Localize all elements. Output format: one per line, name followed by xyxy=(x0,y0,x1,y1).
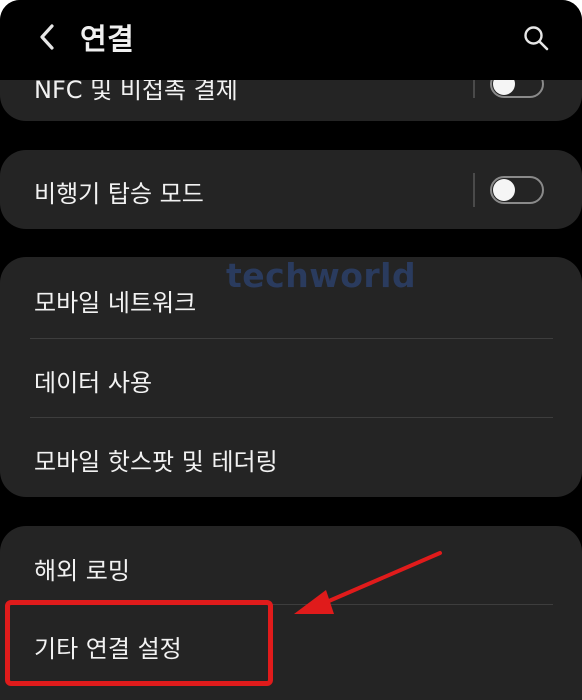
airplane-mode-label: 비행기 탑승 모드 xyxy=(34,180,204,208)
search-icon xyxy=(524,26,549,51)
mobile-network-label: 모바일 네트워크 xyxy=(34,289,197,317)
toggle-knob xyxy=(493,179,515,201)
back-button[interactable] xyxy=(30,20,64,54)
airplane-card: 비행기 탑승 모드 xyxy=(0,150,582,229)
roaming-row[interactable]: 해외 로밍 xyxy=(0,526,582,604)
page-title: 연결 xyxy=(80,22,135,56)
chevron-left-icon xyxy=(40,24,54,50)
data-usage-row[interactable]: 데이터 사용 xyxy=(0,339,582,417)
data-usage-label: 데이터 사용 xyxy=(34,369,153,397)
airplane-divider xyxy=(473,173,475,207)
settings-screen: NFC 및 비접촉 결제 비행기 탑승 모드 모바일 네트워크 데이터 사용 모… xyxy=(0,0,582,700)
hotspot-row[interactable]: 모바일 핫스팟 및 테더링 xyxy=(0,418,582,497)
search-button[interactable] xyxy=(518,20,554,56)
hotspot-label: 모바일 핫스팟 및 테더링 xyxy=(34,448,278,476)
watermark: techworld xyxy=(226,256,417,295)
app-bar: 연결 xyxy=(0,0,582,80)
airplane-mode-row[interactable]: 비행기 탑승 모드 xyxy=(0,150,582,229)
roaming-label: 해외 로밍 xyxy=(34,557,130,585)
airplane-mode-toggle[interactable] xyxy=(490,176,544,204)
highlight-box xyxy=(5,600,273,686)
